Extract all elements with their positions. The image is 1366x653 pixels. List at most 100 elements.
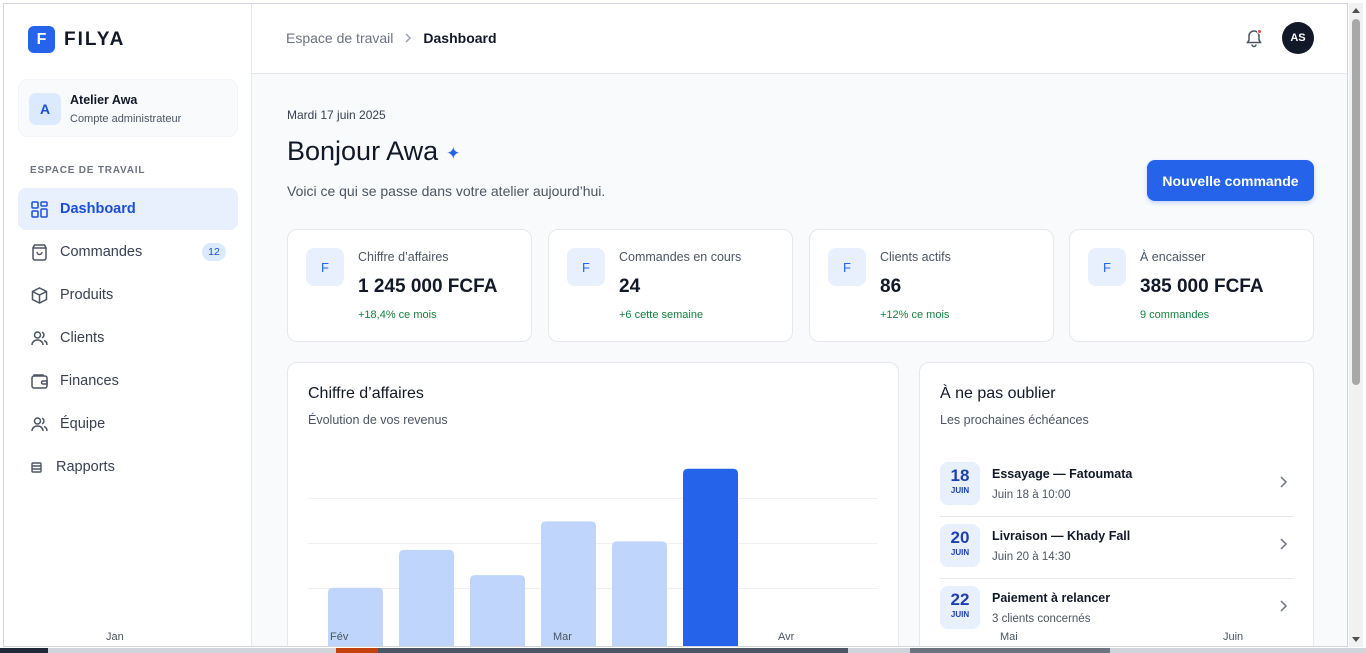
greeting-text: Bonjour Awa xyxy=(287,136,439,166)
date-month: JUIN xyxy=(950,486,970,495)
chevron-right-icon xyxy=(1276,475,1290,489)
sidebar-item-label: Produits xyxy=(60,287,114,303)
reminder-item[interactable]: 18 JUIN Essayage — Fatoumata Juin 18 à 1… xyxy=(940,455,1294,517)
user-avatar[interactable]: AS xyxy=(1282,22,1314,54)
card-title: Chiffre d’affaires xyxy=(308,385,424,402)
page-title: Bonjour Awa ✦ xyxy=(287,136,460,167)
shopping-bag-icon xyxy=(30,243,48,261)
kpi-card-orders: F Commandes en cours 24 +6 cette semaine xyxy=(548,229,793,342)
sidebar-section-title: ESPACE DE TRAVAIL xyxy=(30,165,146,176)
reminder-title: Essayage — Fatoumata xyxy=(992,467,1133,481)
report-icon xyxy=(30,458,42,476)
reminder-item[interactable]: 20 JUIN Livraison — Khady Fall Juin 20 à… xyxy=(940,517,1294,579)
sidebar-item-label: Commandes xyxy=(60,244,143,260)
brand-logo[interactable]: F FILYA xyxy=(28,26,125,53)
sidebar-item-equipe[interactable]: Équipe xyxy=(18,403,238,445)
scroll-up-arrow-icon[interactable] xyxy=(1352,8,1360,13)
sidebar-item-produits[interactable]: Produits xyxy=(18,274,238,316)
account-role: Compte administrateur xyxy=(70,113,182,125)
app-window: F FILYA A Atelier Awa Compte administrat… xyxy=(3,3,1348,647)
date-month: JUIN xyxy=(950,610,970,619)
date-day: 18 xyxy=(950,466,970,485)
sidebar-item-label: Rapports xyxy=(56,459,115,475)
chart-bar-mar[interactable] xyxy=(470,575,525,647)
kpi-icon: F xyxy=(567,248,605,286)
kpi-value: 24 xyxy=(619,276,641,297)
sidebar: F FILYA A Atelier Awa Compte administrat… xyxy=(4,4,252,646)
new-order-button[interactable]: Nouvelle commande xyxy=(1147,160,1314,201)
current-date: Mardi 17 juin 2025 xyxy=(287,108,386,122)
reminder-detail: Juin 20 à 14:30 xyxy=(992,551,1071,563)
sidebar-item-rapports[interactable]: Rapports xyxy=(18,446,238,488)
kpi-icon: F xyxy=(306,248,344,286)
box-icon xyxy=(30,286,48,304)
chevron-right-icon xyxy=(1276,537,1290,551)
sidebar-item-dashboard[interactable]: Dashboard xyxy=(18,188,238,230)
taskbar-segment xyxy=(0,648,48,653)
kpi-label: Clients actifs xyxy=(880,250,951,264)
account-name: Atelier Awa xyxy=(70,93,138,107)
chart-bar-juin[interactable] xyxy=(683,468,738,647)
page-scrollbar[interactable] xyxy=(1349,3,1363,647)
revenue-bar-chart xyxy=(308,468,878,647)
kpi-value: 1 245 000 FCFA xyxy=(358,276,498,297)
sidebar-item-label: Clients xyxy=(60,330,105,346)
breadcrumb-workspace[interactable]: Espace de travail xyxy=(286,30,393,46)
sparkle-icon: ✦ xyxy=(446,143,461,163)
kpi-card-revenue: F Chiffre d’affaires 1 245 000 FCFA +18,… xyxy=(287,229,532,342)
card-subtitle: Évolution de vos revenus xyxy=(308,413,448,427)
brand-name: FILYA xyxy=(64,28,126,50)
kpi-delta: +12% ce mois xyxy=(880,309,950,321)
chart-axis-label-mar: Mar xyxy=(553,631,572,643)
card-subtitle: Les prochaines échéances xyxy=(940,413,1089,427)
commandes-count-badge: 12 xyxy=(202,243,226,261)
chart-axis-label-fev: Fév xyxy=(330,631,349,643)
kpi-delta: +18,4% ce mois xyxy=(358,309,437,321)
wallet-icon xyxy=(30,372,48,390)
chart-bar-mai[interactable] xyxy=(612,541,667,647)
kpi-icon: F xyxy=(1088,248,1126,286)
taskbar-segment xyxy=(378,648,848,653)
top-bar: Espace de travail Dashboard AS xyxy=(252,4,1347,74)
chart-bar-avr[interactable] xyxy=(541,521,596,647)
account-switcher[interactable]: A Atelier Awa Compte administrateur xyxy=(18,79,238,137)
dashboard-grid-icon xyxy=(30,200,48,218)
account-avatar: A xyxy=(29,93,61,125)
chart-axis-label-juin: Juin xyxy=(1223,631,1244,643)
chart-axis-label-jan: Jan xyxy=(106,631,124,643)
date-badge: 22 JUIN xyxy=(940,586,980,629)
kpi-card-receivables: F À encaisser 385 000 FCFA 9 commandes xyxy=(1069,229,1314,342)
date-badge: 18 JUIN xyxy=(940,462,980,505)
reminder-detail: Juin 18 à 10:00 xyxy=(992,489,1071,501)
taskbar-segment xyxy=(910,648,1110,653)
sidebar-item-label: Équipe xyxy=(60,416,106,432)
kpi-delta: +6 cette semaine xyxy=(619,309,704,321)
breadcrumb-current: Dashboard xyxy=(423,30,497,46)
reminders-card: À ne pas oublier Les prochaines échéance… xyxy=(919,362,1314,646)
sidebar-item-label: Dashboard xyxy=(60,201,136,217)
chart-axis-label-avr: Avr xyxy=(778,631,795,643)
sidebar-item-clients[interactable]: Clients xyxy=(18,317,238,359)
sidebar-item-finances[interactable]: Finances xyxy=(18,360,238,402)
sidebar-item-commandes[interactable]: Commandes 12 xyxy=(18,231,238,273)
chevron-right-icon xyxy=(1276,599,1290,613)
reminder-title: Livraison — Khady Fall xyxy=(992,529,1131,543)
taskbar-strip xyxy=(0,648,1366,653)
page-subtitle: Voici ce qui se passe dans votre atelier… xyxy=(287,183,606,199)
logo-mark: F xyxy=(28,26,55,53)
kpi-card-clients: F Clients actifs 86 +12% ce mois xyxy=(809,229,1054,342)
kpi-label: À encaisser xyxy=(1140,250,1206,264)
scrollbar-thumb[interactable] xyxy=(1352,19,1360,385)
chart-bar-fév[interactable] xyxy=(399,549,454,647)
date-badge: 20 JUIN xyxy=(940,524,980,567)
date-day: 22 xyxy=(950,590,970,609)
date-month: JUIN xyxy=(950,548,970,557)
chevron-right-icon xyxy=(403,30,413,46)
kpi-delta: 9 commandes xyxy=(1140,309,1210,321)
scroll-down-arrow-icon[interactable] xyxy=(1352,637,1360,642)
kpi-label: Commandes en cours xyxy=(619,250,742,264)
sidebar-nav: Dashboard Commandes 12 Produits Clients xyxy=(18,188,238,489)
kpi-label: Chiffre d’affaires xyxy=(358,250,449,264)
taskbar-segment xyxy=(336,648,378,653)
notification-bell-icon[interactable] xyxy=(1244,28,1264,48)
